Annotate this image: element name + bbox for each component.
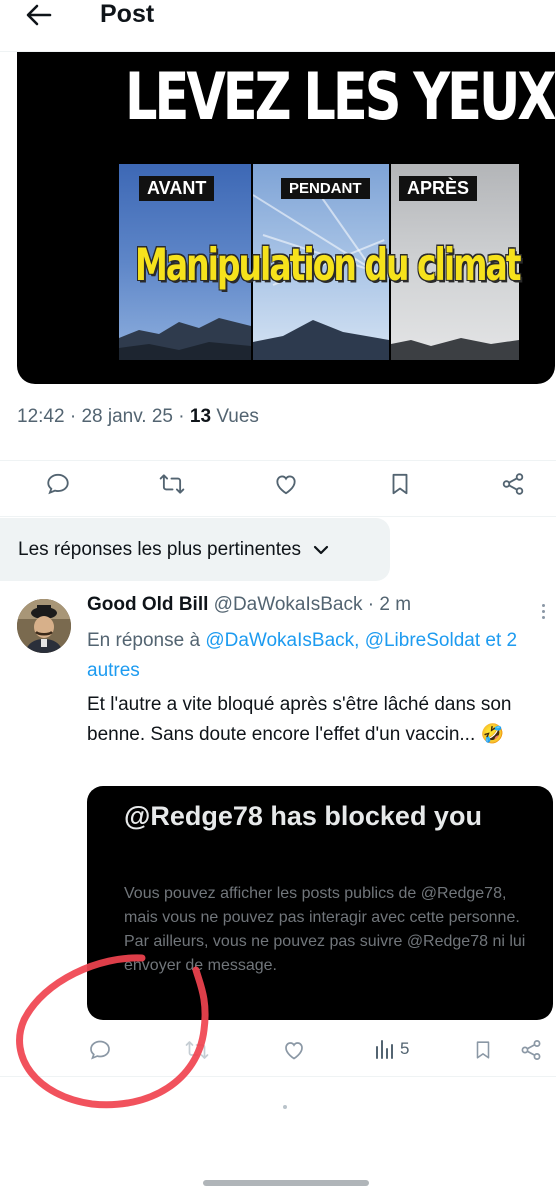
image-title: LEVEZ LES YEUX ! (125, 60, 555, 136)
post-time: 12:42 (17, 406, 65, 427)
post-meta: 12:42 · 28 janv. 25 · 13 Vues (17, 406, 259, 427)
bookmark-icon[interactable] (472, 1038, 494, 1062)
replying-to: En réponse à @DaWokaIsBack, @LibreSoldat… (87, 626, 547, 686)
reply-icon[interactable] (44, 470, 72, 498)
reply-header: Good Old Bill @DaWokaIsBack · 2 m (87, 594, 412, 615)
loading-dot (283, 1105, 287, 1109)
post-date: 28 janv. 25 (81, 406, 173, 427)
more-icon[interactable] (536, 600, 550, 622)
sort-label: Les réponses les plus pertinentes (18, 538, 302, 560)
views-count: 5 (400, 1039, 410, 1058)
reply-action-bar: 5 (0, 1034, 556, 1066)
reply-prefix: En réponse à (87, 630, 201, 651)
page-title: Post (100, 0, 155, 28)
image-subtitle: Manipulation du climat (135, 238, 522, 291)
divider (0, 1076, 556, 1077)
panel-label: AVANT (139, 176, 215, 201)
replies-sort-dropdown[interactable]: Les réponses les plus pertinentes (0, 518, 390, 581)
bookmark-icon[interactable] (386, 470, 414, 498)
avatar[interactable] (17, 599, 71, 653)
reply-icon[interactable] (88, 1038, 112, 1062)
views-icon (374, 1038, 396, 1060)
back-arrow-icon[interactable] (22, 0, 56, 32)
views-button[interactable]: 5 (374, 1038, 409, 1060)
divider (0, 460, 556, 461)
blocked-body: Vous pouvez afficher les posts publics d… (124, 885, 526, 974)
panel-label: APRÈS (399, 176, 478, 201)
home-indicator[interactable] (203, 1180, 369, 1186)
repost-icon[interactable] (184, 1038, 210, 1062)
post-action-bar (0, 462, 556, 504)
like-icon[interactable] (272, 470, 300, 498)
post-image[interactable]: LEVEZ LES YEUX ! AVANT PENDANT APRÈS Man… (17, 52, 555, 384)
top-bar: Post (0, 0, 556, 52)
blocked-title: @Redge78 has blocked you (124, 801, 482, 831)
views-count: 13 (189, 406, 212, 427)
mention-link[interactable]: @DaWokaIsBack, (205, 630, 359, 651)
mention-link[interactable]: @LibreSoldat (365, 630, 480, 651)
reply-text: Et l'autre a vite bloqué après s'être lâ… (87, 694, 512, 745)
divider (0, 516, 556, 517)
chevron-down-icon (313, 544, 329, 556)
repost-icon[interactable] (158, 470, 186, 498)
reply-time: 2 m (379, 594, 412, 615)
views-label: Vues (216, 406, 259, 427)
author-handle[interactable]: @DaWokaIsBack (214, 594, 363, 615)
share-icon[interactable] (519, 1038, 543, 1062)
author-name[interactable]: Good Old Bill (87, 594, 208, 615)
share-icon[interactable] (499, 470, 527, 498)
like-icon[interactable] (282, 1038, 306, 1062)
panel-label: PENDANT (281, 178, 370, 199)
attached-screenshot[interactable]: @Redge78 has blocked you Vous pouvez aff… (87, 786, 553, 1020)
